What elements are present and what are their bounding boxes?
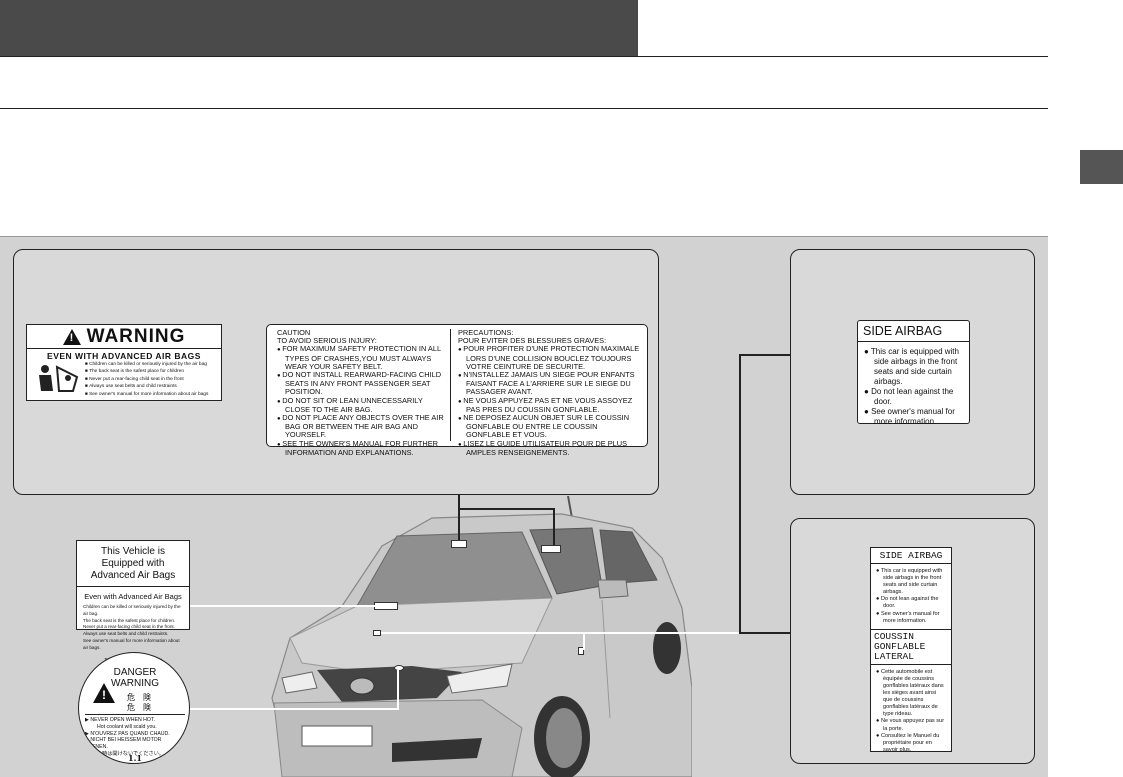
- child-seat-pictogram-icon: [34, 362, 80, 396]
- side-airbag-label: SIDE AIRBAG This car is equipped with si…: [857, 320, 970, 426]
- list-item: This car is equipped with side airbags i…: [876, 568, 946, 596]
- list-item: NE VOUS APPUYEZ PAS ET NE VOUS ASSOYEZ P…: [458, 396, 642, 414]
- list-item: See owner's manual for more information.: [876, 611, 946, 625]
- advanced-airbags-lines: Children can be killed or seriously inju…: [77, 601, 189, 655]
- danger-text: DANGER: [113, 667, 157, 678]
- list-item: ▶ NICHT BEI HEISSEM MOTOR ÖFFNEN.: [85, 737, 162, 751]
- list-item: ▶ NEVER OPEN WHEN HOT.: [85, 717, 155, 723]
- side-airbag-bilingual-items: This car is equipped with side airbags i…: [871, 564, 951, 629]
- visor-label-tag: [374, 602, 398, 610]
- connector-line: [458, 495, 460, 508]
- list-item: LISEZ LE GUIDE UTILISATEUR POUR DE PLUS …: [458, 439, 642, 457]
- list-item: See owner's manual for more information …: [83, 637, 180, 650]
- advanced-airbags-label: This Vehicle is Equipped with Advanced A…: [76, 540, 190, 662]
- caution-english: CAUTION TO AVOID SERIOUS INJURY: FOR MAX…: [277, 328, 449, 457]
- list-item: Always use seat belts and child restrain…: [85, 383, 208, 390]
- list-item: See owner's manual for more information …: [85, 391, 208, 398]
- list-item: Always use seat belts and child restrain…: [83, 631, 169, 637]
- danger-kanji: 危 険 危 険: [127, 693, 151, 713]
- kanji-top: 危 険: [127, 693, 151, 702]
- connector-line: [458, 508, 554, 510]
- danger-triangle-icon: !: [93, 683, 115, 703]
- danger-lines: ▶ NEVER OPEN WHEN HOT. Hot coolant will …: [85, 714, 185, 758]
- warning-label: ! WARNING EVEN WITH ADVANCED AIR BAGS Ch…: [26, 324, 222, 401]
- list-item: SEE THE OWNER'S MANUAL FOR FURTHER INFOR…: [277, 439, 449, 457]
- section-rule: [0, 108, 1048, 109]
- radiator-danger-label: DANGER WARNING ! 危 険 危 険 ▶ NEVER OPEN WH…: [78, 652, 190, 764]
- connector-line: [458, 508, 460, 540]
- list-item: Children can be killed or seriously inju…: [83, 604, 181, 616]
- list-item: Consultez le Manuel du propriétaire pour…: [876, 733, 946, 754]
- radiator-cap-tag: [394, 665, 404, 671]
- connector-line: [381, 632, 739, 634]
- kanji-bottom: 危 険: [127, 703, 151, 712]
- windshield-label-tag-right: [541, 545, 561, 553]
- warning-items: Children can be killed or seriously inju…: [85, 361, 208, 398]
- connector-line: [739, 354, 741, 632]
- caution-divider: [450, 329, 451, 441]
- side-airbag-title: SIDE AIRBAG: [858, 321, 969, 342]
- list-item: ▶ N'OUVREZ PAS QUAND CHAUD.: [85, 730, 170, 737]
- list-item: Children can be killed or seriously inju…: [85, 361, 208, 368]
- header-rule: [0, 56, 1048, 57]
- coussin-items: Cette automobile est équipée de coussins…: [871, 665, 951, 758]
- list-item: NE DEPOSEZ AUCUN OBJET SUR LE COUSSIN GO…: [458, 413, 642, 440]
- windshield-label-tag-left: [451, 540, 467, 548]
- list-item: DO NOT SIT OR LEAN UNNECESSARILY CLOSE T…: [277, 396, 449, 414]
- caution-label: CAUTION TO AVOID SERIOUS INJURY: FOR MAX…: [266, 324, 648, 457]
- connector-line: [397, 670, 399, 710]
- list-item: Do not lean against the door.: [876, 596, 946, 610]
- list-item: FOR MAXIMUM SAFETY PROTECTION IN ALL TYP…: [277, 345, 449, 371]
- connector-line: [739, 354, 791, 356]
- list-item: The back seat is the safest place for ch…: [85, 368, 208, 375]
- list-item: This car is equipped with side airbags i…: [864, 347, 963, 387]
- side-airbag-bilingual-label: SIDE AIRBAG This car is equipped with si…: [870, 547, 952, 753]
- coussin-title: COUSSIN GONFLABLE LATERAL: [871, 628, 951, 665]
- list-item: POUR PROFITER D'UNE PROTECTION MAXIMALE …: [458, 345, 642, 371]
- side-airbag-bilingual-title: SIDE AIRBAG: [871, 548, 951, 564]
- list-item: See owner's manual for more information.: [864, 407, 963, 427]
- list-item: Hot coolant will scald you.: [97, 723, 157, 730]
- list-item: DO NOT INSTALL REARWARD-FACING CHILD SEA…: [277, 370, 449, 397]
- list-item: Never put a rear-facing child seat in th…: [83, 624, 175, 630]
- header-bar: [0, 0, 638, 56]
- advanced-airbags-subtitle: Even with Advanced Air Bags: [84, 592, 182, 601]
- chapter-tab[interactable]: [1080, 150, 1123, 184]
- warning-title: ! WARNING: [27, 325, 221, 349]
- advanced-airbags-title: This Vehicle is Equipped with Advanced A…: [77, 541, 189, 587]
- warning-triangle-icon: !: [62, 328, 81, 345]
- side-airbag-items: This car is equipped with side airbags i…: [858, 342, 969, 432]
- side-label-tag-a: [373, 630, 381, 636]
- connector-line: [190, 605, 375, 607]
- list-item: Cette automobile est équipée de coussins…: [876, 669, 946, 719]
- caution-french: PRECAUTIONS: POUR EVITER DES BLESSURES G…: [458, 328, 642, 457]
- connector-line: [553, 508, 555, 545]
- connector-line: [739, 632, 791, 634]
- connector-line: [583, 632, 585, 650]
- warning-subtitle: EVEN WITH ADVANCED AIR BAGS: [47, 351, 201, 361]
- list-item: Ne vous appuyez pas sur la porte.: [876, 718, 946, 732]
- list-item: Never put a rear-facing child seat in th…: [85, 376, 208, 383]
- connector-line: [190, 708, 398, 710]
- pressure-rating: 1.1: [128, 753, 142, 763]
- list-item: The back seat is the safest place for ch…: [83, 617, 176, 623]
- list-item: Do not lean against the door.: [864, 387, 963, 407]
- list-item: DO NOT PLACE ANY OBJECTS OVER THE AIR BA…: [277, 413, 449, 440]
- list-item: N'INSTALLEZ JAMAIS UN SIEGE POUR ENFANTS…: [458, 370, 642, 397]
